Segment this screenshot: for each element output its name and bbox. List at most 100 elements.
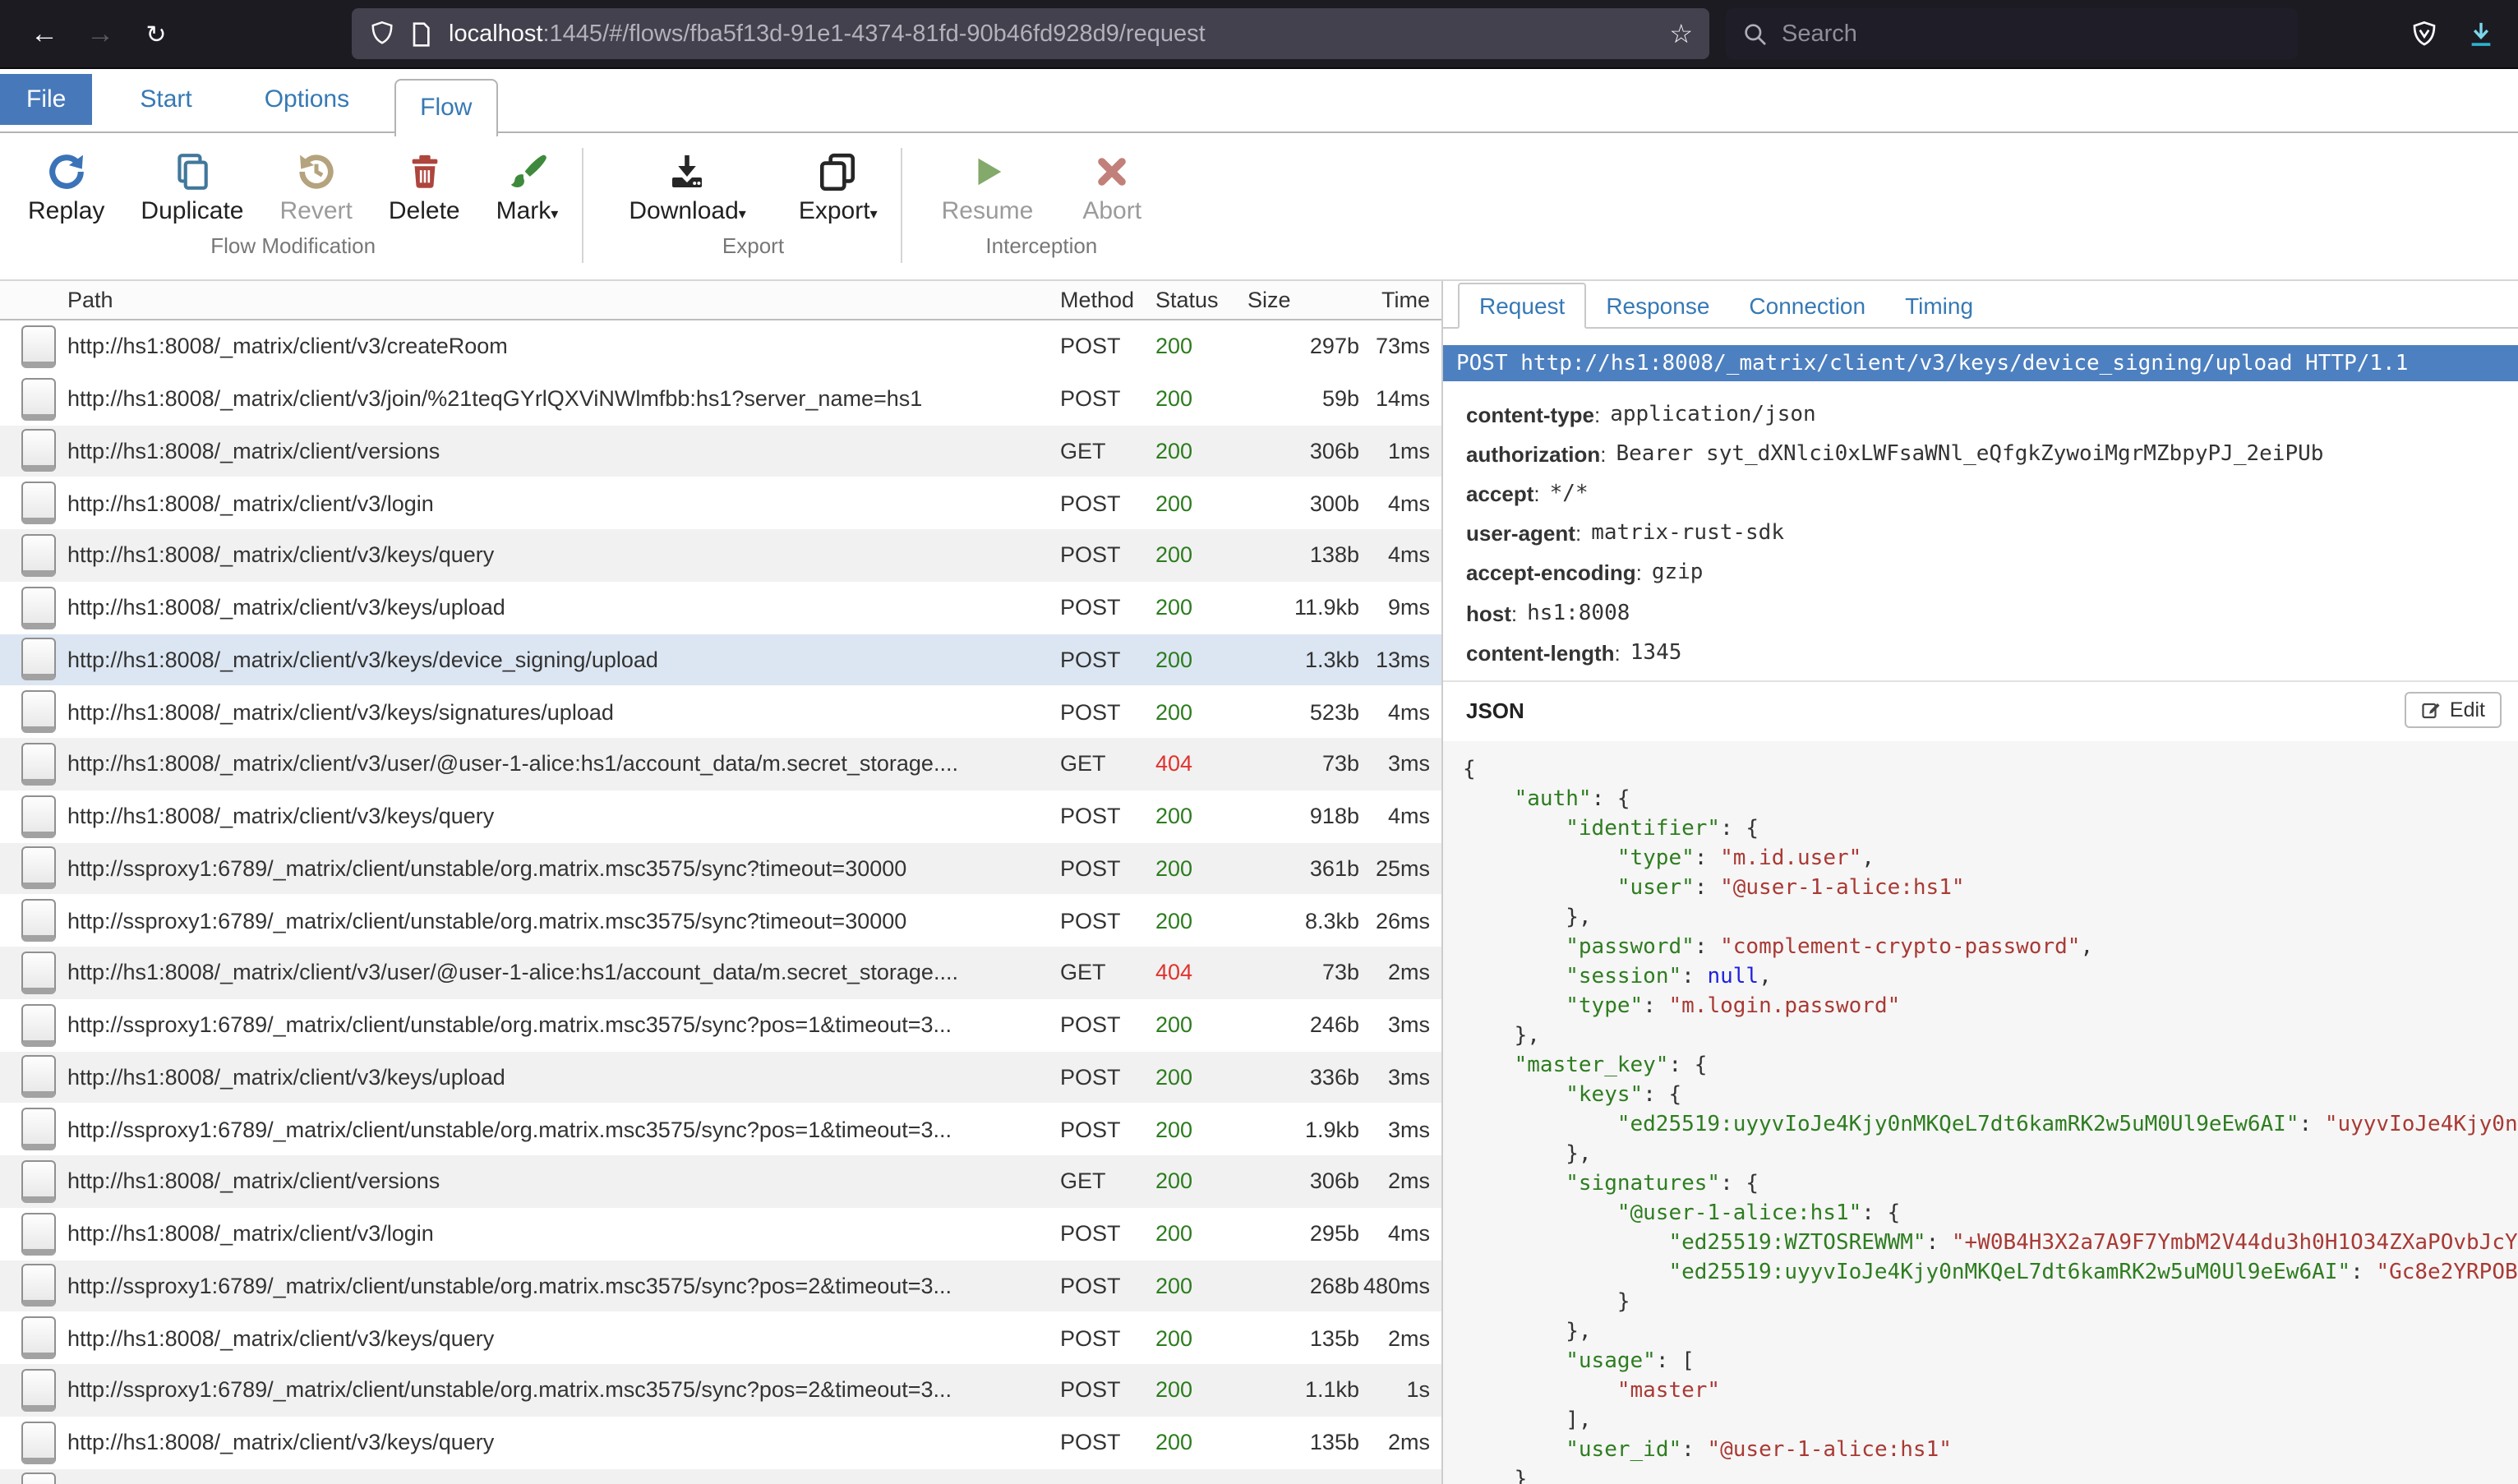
table-row[interactable]: http://hs1:8008/_matrix/client/v3/keys/u… [0, 1051, 1441, 1104]
table-row[interactable]: http://ssproxy1:6789/_matrix/client/unst… [0, 895, 1441, 947]
abort-button[interactable]: Abort [1064, 148, 1160, 225]
flow-indicator-button[interactable] [21, 1369, 56, 1412]
flow-path: http://hs1:8008/_matrix/client/v3/keys/u… [67, 1065, 1060, 1090]
table-row[interactable]: http://hs1:8008/_matrix/client/versionsG… [0, 425, 1441, 477]
url-bar[interactable]: localhost:1445/#/flows/fba5f13d-91e1-437… [352, 8, 1709, 59]
flow-indicator-button[interactable] [21, 482, 56, 524]
request-header-line[interactable]: host:hs1:8008 [1466, 593, 2518, 633]
request-headers: content-type:application/jsonauthorizati… [1443, 381, 2518, 673]
table-row[interactable]: http://hs1:8008/_matrix/client/v3/keys/q… [0, 1417, 1441, 1469]
tab-response[interactable]: Response [1586, 284, 1729, 327]
flow-time: 1s [1359, 1378, 1441, 1403]
delete-button[interactable]: Delete [371, 148, 478, 225]
table-row[interactable]: http://hs1:8008/_matrix/client/v3/keys/u… [0, 582, 1441, 634]
forward-button[interactable]: → [72, 17, 128, 50]
table-row[interactable]: http://ssproxy1:6789/_matrix/client/unst… [0, 1364, 1441, 1417]
menu-start[interactable]: Start [115, 74, 216, 125]
flow-indicator-button[interactable] [21, 325, 56, 368]
mark-button[interactable]: Mark▾ [478, 148, 577, 225]
menu-file[interactable]: File [0, 74, 92, 125]
browser-search-box[interactable] [1726, 8, 2298, 59]
flow-size: 268b [1241, 1274, 1359, 1298]
tab-request[interactable]: Request [1458, 283, 1586, 329]
request-header-line[interactable]: content-type:application/json [1466, 394, 2518, 434]
table-row[interactable]: http://hs1:8008/_matrix/client/v3/keys/q… [0, 1312, 1441, 1365]
flow-indicator-button[interactable] [21, 534, 56, 577]
revert-button[interactable]: Revert [262, 148, 371, 225]
table-row[interactable]: http://hs1:8008/_matrix/client/v3/keys/s… [0, 686, 1441, 739]
table-row[interactable]: http://hs1:8008/_matrix/client/versionsG… [0, 1155, 1441, 1208]
json-body[interactable]: { "auth": { "identifier": { "type": "m.i… [1443, 742, 2518, 1484]
bookmark-star-icon[interactable]: ☆ [1669, 17, 1693, 50]
menu-bar: File Start Options Flow [0, 69, 2518, 133]
replay-button[interactable]: Replay [10, 148, 122, 225]
flow-path: http://hs1:8008/_matrix/client/versions [67, 439, 1060, 463]
table-row[interactable]: http://hs1:8008/_matrix/client/v3/user/@… [0, 947, 1441, 999]
flow-indicator-button[interactable] [21, 1265, 56, 1307]
flow-indicator-button[interactable] [21, 1108, 56, 1150]
flow-indicator-button[interactable] [21, 899, 56, 942]
flow-indicator-button[interactable] [21, 1316, 56, 1359]
menu-options[interactable]: Options [240, 74, 374, 125]
flow-indicator-button[interactable] [21, 1421, 56, 1463]
column-path[interactable]: Path [0, 288, 1060, 312]
back-button[interactable]: ← [16, 17, 72, 50]
table-row[interactable]: http://hs1:8008/_matrix/client/v3/join/%… [0, 373, 1441, 426]
flow-indicator-button[interactable] [21, 743, 56, 786]
request-line[interactable]: POST http://hs1:8008/_matrix/client/v3/k… [1443, 345, 2518, 381]
table-row[interactable]: http://ssproxy1:6789/_matrix/client/unst… [0, 1260, 1441, 1312]
flow-path: http://ssproxy1:6789/_matrix/client/unst… [67, 1378, 1060, 1403]
flow-time: 4ms [1359, 491, 1441, 515]
flow-status: 200 [1155, 334, 1241, 359]
column-method[interactable]: Method [1060, 288, 1155, 312]
request-header-line[interactable]: content-length:1345 [1466, 633, 2518, 672]
browser-search-input[interactable] [1782, 21, 2242, 47]
request-header-line[interactable]: accept-encoding:gzip [1466, 554, 2518, 593]
flow-status: 200 [1155, 856, 1241, 881]
flow-indicator-button[interactable] [21, 1212, 56, 1255]
table-row[interactable]: http://hs1:8008/_matrix/client/v3/create… [0, 320, 1441, 373]
tab-timing[interactable]: Timing [1885, 284, 1993, 327]
flow-indicator-button[interactable] [21, 1160, 56, 1203]
extension-shield-icon[interactable] [2411, 19, 2437, 48]
flow-indicator-button[interactable] [21, 795, 56, 837]
request-header-line[interactable]: authorization:Bearer syt_dXNlci0xLWFsaWN… [1466, 434, 2518, 473]
table-row[interactable]: http://hs1:8008/_matrix/client/v3/loginP… [0, 1208, 1441, 1260]
duplicate-button[interactable]: Duplicate [122, 148, 261, 225]
request-header-line[interactable]: accept:*/* [1466, 474, 2518, 514]
download-button[interactable]: Download▾ [611, 148, 764, 225]
table-row[interactable]: http://ssproxy1:6789/_matrix/client/unst… [0, 999, 1441, 1052]
flow-path: http://hs1:8008/_matrix/client/v3/user/@… [67, 752, 1060, 777]
column-time[interactable]: Time [1359, 288, 1441, 312]
table-row[interactable]: http://ssproxy1:6789/_matrix/client/unst… [0, 842, 1441, 895]
table-row[interactable]: http://hs1:8008/_matrix/client/v3/user/@… [0, 738, 1441, 790]
table-row[interactable]: http://hs1:8008/_matrix/client/v3/keys/q… [0, 790, 1441, 843]
tab-flow[interactable]: Flow [394, 78, 498, 136]
resume-button[interactable]: Resume [924, 148, 1052, 225]
column-status[interactable]: Status [1155, 288, 1241, 312]
flow-indicator-button[interactable] [21, 847, 56, 890]
flow-indicator-button[interactable] [21, 586, 56, 629]
downloads-icon[interactable] [2467, 19, 2495, 48]
reload-button[interactable]: ↻ [128, 19, 184, 48]
table-row[interactable]: http://hs1:8008/_matrix/client/v3/loginP… [0, 477, 1441, 530]
table-row[interactable] [0, 1468, 1441, 1484]
flow-indicator-button[interactable] [21, 430, 56, 472]
flow-indicator-button[interactable] [21, 377, 56, 420]
column-size[interactable]: Size [1241, 288, 1359, 312]
export-button[interactable]: Export▾ [781, 148, 896, 225]
flow-indicator-button[interactable] [21, 1056, 56, 1099]
table-row[interactable]: http://ssproxy1:6789/_matrix/client/unst… [0, 1104, 1441, 1156]
toolbar-group-flow-modification: Replay Duplicate Revert Delete Mark▾ [10, 148, 576, 258]
edit-body-button[interactable]: Edit [2405, 693, 2502, 729]
table-row[interactable]: http://hs1:8008/_matrix/client/v3/keys/q… [0, 529, 1441, 582]
flow-indicator-button[interactable] [21, 690, 56, 733]
flow-indicator-button[interactable] [21, 952, 56, 994]
flow-indicator-button[interactable] [21, 1473, 56, 1484]
flow-indicator-button[interactable] [21, 1003, 56, 1046]
tab-connection[interactable]: Connection [1729, 284, 1885, 327]
flow-indicator-button[interactable] [21, 638, 56, 681]
request-header-line[interactable]: user-agent:matrix-rust-sdk [1466, 514, 2518, 553]
table-row[interactable]: http://hs1:8008/_matrix/client/v3/keys/d… [0, 634, 1441, 686]
search-icon [1742, 21, 1769, 47]
